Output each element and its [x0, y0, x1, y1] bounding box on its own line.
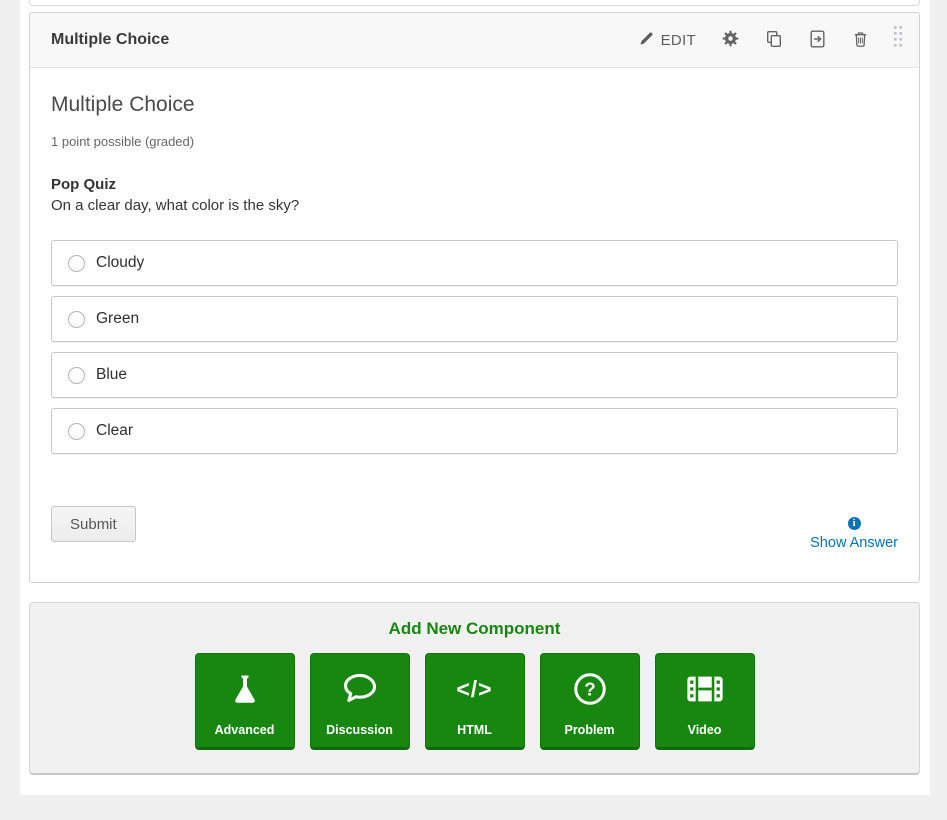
add-button-label: Problem — [564, 723, 614, 737]
add-new-component-panel: Add New Component Advanced Discussion — [29, 602, 920, 775]
gear-icon — [722, 30, 739, 50]
radio-button[interactable] — [68, 423, 85, 440]
problem-title: Multiple Choice — [51, 92, 898, 118]
choice-option[interactable]: Green — [51, 296, 898, 342]
add-html-button[interactable]: </> HTML — [425, 653, 525, 750]
delete-button[interactable] — [852, 30, 869, 51]
choice-group: Cloudy Green Blue Clear — [51, 240, 898, 454]
settings-button[interactable] — [722, 30, 739, 50]
question-label: Pop Quiz — [51, 176, 898, 193]
points-possible-text: 1 point possible (graded) — [51, 134, 898, 149]
add-video-button[interactable]: Video — [655, 653, 755, 750]
trash-icon — [852, 30, 869, 51]
add-problem-button[interactable]: ? Problem — [540, 653, 640, 750]
duplicate-icon — [765, 30, 783, 51]
show-answer-block: i Show Answer — [810, 517, 898, 551]
component-actions: EDIT — [613, 25, 903, 55]
code-icon: </> — [432, 655, 518, 723]
radio-button[interactable] — [68, 367, 85, 384]
problem-action-row: Submit i Show Answer — [51, 506, 898, 551]
drag-handle[interactable] — [893, 25, 903, 55]
add-button-label: Video — [688, 723, 722, 737]
pencil-icon — [639, 31, 654, 49]
add-new-component-title: Add New Component — [30, 619, 919, 639]
choice-label: Cloudy — [96, 254, 144, 272]
submit-button[interactable]: Submit — [51, 506, 136, 542]
component-type-buttons: Advanced Discussion </> HTML — [30, 653, 919, 750]
component-header: Multiple Choice EDIT — [30, 13, 919, 68]
choice-label: Clear — [96, 422, 133, 440]
add-discussion-button[interactable]: Discussion — [310, 653, 410, 750]
choice-option[interactable]: Clear — [51, 408, 898, 454]
choice-option[interactable]: Blue — [51, 352, 898, 398]
film-icon — [662, 655, 748, 723]
move-button[interactable] — [809, 30, 826, 51]
move-icon — [809, 30, 826, 51]
show-answer-link[interactable]: Show Answer — [810, 535, 898, 551]
multiple-choice-component: Multiple Choice EDIT — [29, 12, 920, 583]
drag-handle-icon — [893, 25, 903, 55]
component-title: Multiple Choice — [51, 31, 169, 49]
duplicate-button[interactable] — [765, 30, 783, 51]
problem-body: Multiple Choice 1 point possible (graded… — [30, 68, 919, 551]
question-circle-icon: ? — [547, 655, 633, 723]
add-button-label: HTML — [457, 723, 492, 737]
info-icon: i — [848, 517, 861, 530]
choice-label: Blue — [96, 366, 127, 384]
add-button-label: Advanced — [215, 723, 275, 737]
edit-button-label: EDIT — [661, 32, 696, 49]
add-button-label: Discussion — [326, 723, 393, 737]
radio-button[interactable] — [68, 255, 85, 272]
previous-component-edge — [29, 0, 920, 6]
choice-label: Green — [96, 310, 139, 328]
content-page: Multiple Choice EDIT — [20, 0, 930, 795]
radio-button[interactable] — [68, 311, 85, 328]
svg-text:?: ? — [584, 679, 595, 700]
edit-button[interactable]: EDIT — [639, 31, 696, 49]
question-text: On a clear day, what color is the sky? — [51, 197, 898, 214]
add-advanced-button[interactable]: Advanced — [195, 653, 295, 750]
speech-bubble-icon — [317, 655, 403, 723]
flask-icon — [202, 655, 288, 723]
choice-option[interactable]: Cloudy — [51, 240, 898, 286]
